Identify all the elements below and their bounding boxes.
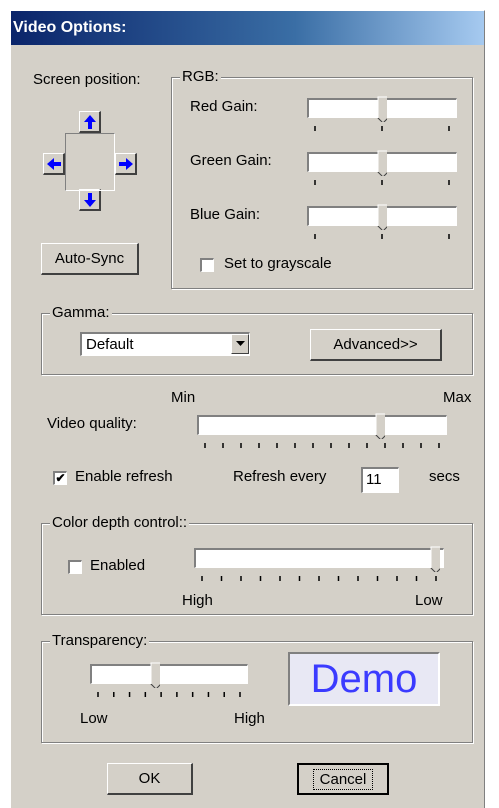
slider-track[interactable] bbox=[90, 664, 248, 684]
color-depth-group-title: Color depth control:: bbox=[50, 514, 190, 531]
video-quality-max-label: Max bbox=[443, 389, 472, 406]
refresh-unit-label: secs bbox=[429, 468, 460, 485]
red-gain-slider[interactable] bbox=[307, 94, 457, 134]
refresh-every-label: Refresh every bbox=[233, 468, 327, 485]
transparency-group: Transparency: Low High Demo bbox=[41, 632, 473, 743]
slider-ticks bbox=[314, 126, 450, 131]
cancel-button[interactable]: Cancel bbox=[297, 763, 389, 795]
grayscale-checkbox[interactable] bbox=[200, 258, 214, 272]
green-gain-slider[interactable] bbox=[307, 148, 457, 188]
position-pad-center bbox=[65, 133, 115, 191]
move-left-button[interactable] bbox=[43, 153, 65, 175]
color-depth-enabled-label: Enabled bbox=[90, 557, 146, 574]
rgb-group-title: RGB: bbox=[180, 68, 221, 85]
auto-sync-button[interactable]: Auto-Sync bbox=[41, 243, 139, 275]
video-quality-min-label: Min bbox=[171, 389, 196, 406]
enable-refresh-checkbox[interactable]: ✔ bbox=[53, 471, 67, 485]
arrow-down-icon bbox=[83, 192, 96, 207]
grayscale-label: Set to grayscale bbox=[224, 255, 332, 272]
color-depth-group: Color depth control:: Enabled High Low bbox=[41, 514, 473, 615]
title-bar: Video Options: bbox=[11, 11, 484, 45]
enable-refresh-label: Enable refresh bbox=[75, 468, 173, 485]
slider-thumb[interactable] bbox=[377, 96, 387, 122]
arrow-left-icon bbox=[46, 157, 61, 170]
gamma-group: Gamma: Default Advanced>> bbox=[41, 304, 473, 375]
red-gain-label: Red Gain: bbox=[190, 98, 258, 115]
position-pad bbox=[41, 111, 141, 211]
blue-gain-label: Blue Gain: bbox=[190, 206, 261, 223]
slider-thumb[interactable] bbox=[430, 546, 440, 572]
video-quality-label: Video quality: bbox=[47, 415, 137, 432]
advanced-button[interactable]: Advanced>> bbox=[310, 329, 442, 361]
ok-button[interactable]: OK bbox=[107, 763, 193, 795]
slider-ticks bbox=[314, 234, 450, 239]
refresh-interval-input[interactable]: 11 bbox=[361, 467, 399, 493]
slider-track[interactable] bbox=[194, 548, 444, 568]
slider-ticks bbox=[97, 692, 241, 697]
move-up-button[interactable] bbox=[79, 111, 101, 133]
slider-track[interactable] bbox=[197, 415, 447, 435]
gamma-select-value: Default bbox=[86, 336, 134, 353]
slider-ticks bbox=[201, 576, 437, 581]
gamma-dropdown-button[interactable] bbox=[231, 334, 249, 354]
slider-thumb[interactable] bbox=[377, 204, 387, 230]
slider-ticks bbox=[314, 180, 450, 185]
cancel-button-label: Cancel bbox=[312, 768, 374, 790]
color-depth-low-label: Low bbox=[415, 592, 443, 609]
color-depth-slider[interactable] bbox=[194, 544, 444, 584]
green-gain-label: Green Gain: bbox=[190, 152, 272, 169]
arrow-right-icon bbox=[118, 157, 133, 170]
move-right-button[interactable] bbox=[115, 153, 137, 175]
transparency-slider[interactable] bbox=[90, 660, 248, 700]
transparency-high-label: High bbox=[234, 710, 265, 727]
gamma-group-title: Gamma: bbox=[50, 304, 112, 321]
transparency-low-label: Low bbox=[80, 710, 108, 727]
color-depth-enabled-checkbox[interactable] bbox=[68, 560, 82, 574]
move-down-button[interactable] bbox=[79, 189, 101, 211]
slider-thumb[interactable] bbox=[375, 413, 385, 439]
gamma-select[interactable]: Default bbox=[80, 332, 250, 356]
color-depth-high-label: High bbox=[182, 592, 213, 609]
video-options-dialog: Video Options: Screen position: Auto-Syn… bbox=[10, 10, 485, 808]
transparency-group-title: Transparency: bbox=[50, 632, 150, 649]
rgb-group: RGB: Red Gain: Green Gain: Blue Gain: Se… bbox=[171, 68, 473, 289]
transparency-demo-box: Demo bbox=[288, 652, 440, 706]
slider-thumb[interactable] bbox=[377, 150, 387, 176]
slider-ticks bbox=[204, 443, 440, 448]
arrow-up-icon bbox=[83, 114, 96, 129]
demo-text: Demo bbox=[310, 656, 418, 701]
slider-thumb[interactable] bbox=[150, 662, 160, 688]
blue-gain-slider[interactable] bbox=[307, 202, 457, 242]
chevron-down-icon bbox=[235, 341, 245, 346]
screen-position-label: Screen position: bbox=[33, 71, 141, 88]
video-quality-slider[interactable] bbox=[197, 411, 447, 451]
